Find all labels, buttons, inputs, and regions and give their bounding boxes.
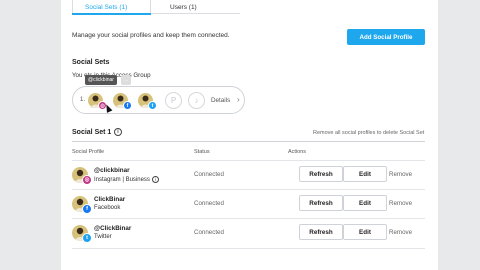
table-divider <box>72 141 425 142</box>
table-divider <box>72 248 425 249</box>
profile-network: Twitter <box>94 234 112 240</box>
page-description: Manage your social profiles and keep the… <box>72 32 230 39</box>
info-icon[interactable]: i <box>151 176 159 183</box>
social-set-title: Social Set 1 <box>72 129 112 136</box>
info-icon[interactable]: i <box>114 128 122 136</box>
refresh-button[interactable]: Refresh <box>299 224 343 240</box>
column-header-status: Status <box>194 149 210 155</box>
profile-tooltip-faded: ... <box>121 75 132 85</box>
facebook-icon: f <box>123 101 132 110</box>
status-text: Connected <box>194 171 224 178</box>
profile-name: ClickBinar <box>94 196 126 203</box>
details-link[interactable]: Details <box>211 97 230 104</box>
instagram-icon: ◎ <box>82 175 92 185</box>
social-sets-heading: Social Sets <box>72 59 110 66</box>
refresh-button[interactable]: Refresh <box>299 195 343 211</box>
remove-button[interactable]: Remove <box>389 200 412 207</box>
social-set-pill[interactable]: 1. ◎ f t P ♪ Details › <box>72 86 245 114</box>
add-social-profile-button[interactable]: Add Social Profile <box>347 29 425 45</box>
table-row: f ClickBinar Facebook Connected Refresh … <box>72 189 425 219</box>
profile-network: Instagram | Business i <box>94 176 159 183</box>
edit-button[interactable]: Edit <box>343 224 387 240</box>
twitter-icon: t <box>148 101 157 110</box>
active-tab-indicator <box>72 13 151 15</box>
facebook-icon: f <box>82 204 92 214</box>
profile-network: Facebook <box>94 205 121 211</box>
twitter-icon: t <box>82 233 92 243</box>
edit-button[interactable]: Edit <box>343 195 387 211</box>
profile-tooltip: @clickbinar <box>85 75 117 85</box>
edit-button[interactable]: Edit <box>343 166 387 182</box>
profile-name: @clickbinar <box>94 167 130 174</box>
set-number: 1. <box>80 97 86 103</box>
table-row: t @ClickBinar Twitter Connected Refresh … <box>72 218 425 248</box>
remove-hint: Remove all social profiles to delete Soc… <box>313 130 425 136</box>
tabs-bar: Social Sets (1) Users (1) <box>72 0 240 15</box>
settings-card: Social Sets (1) Users (1) Manage your so… <box>61 0 438 270</box>
pinterest-icon[interactable]: P <box>165 92 182 109</box>
column-header-profile: Social Profile <box>72 149 105 155</box>
refresh-button[interactable]: Refresh <box>299 166 343 182</box>
tiktok-icon[interactable]: ♪ <box>188 92 205 109</box>
tab-social-sets[interactable]: Social Sets (1) <box>85 4 127 11</box>
remove-button[interactable]: Remove <box>389 171 412 178</box>
chevron-right-icon[interactable]: › <box>237 95 240 104</box>
column-header-actions: Actions <box>288 149 307 155</box>
table-row: ◎ @clickbinar Instagram | Business i Conn… <box>72 160 425 190</box>
status-text: Connected <box>194 200 224 207</box>
tab-users[interactable]: Users (1) <box>170 4 197 11</box>
status-text: Connected <box>194 229 224 236</box>
remove-button[interactable]: Remove <box>389 229 412 236</box>
profile-name: @ClickBinar <box>94 225 132 232</box>
